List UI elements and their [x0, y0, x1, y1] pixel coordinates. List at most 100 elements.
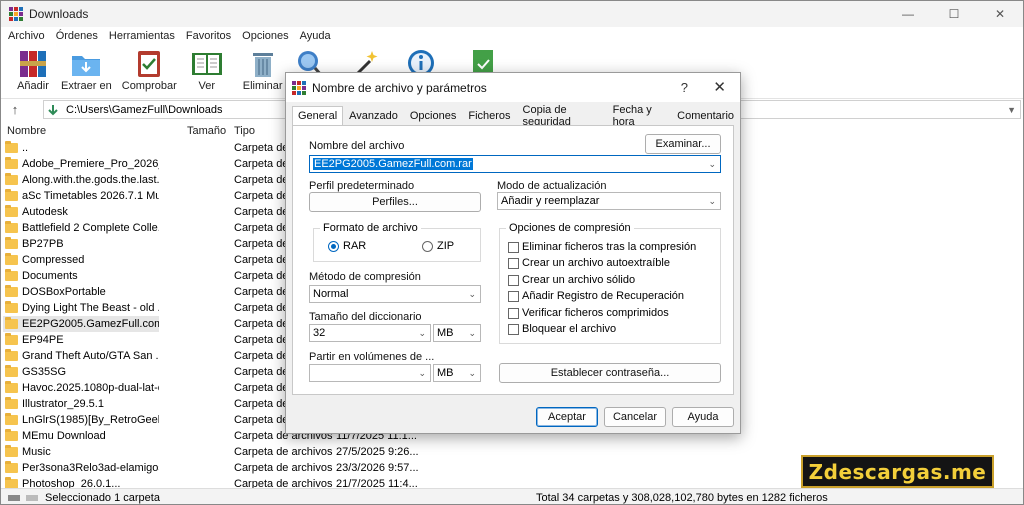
split-label: Partir en volúmenes de ...	[309, 351, 435, 363]
tab-comment[interactable]: Comentario	[671, 106, 740, 126]
file-name-cell: Autodesk	[3, 204, 159, 220]
menu-herramientas[interactable]: Herramientas	[105, 30, 179, 42]
drive-status-icon	[8, 494, 20, 501]
winrar-window: Downloads — ☐ ✕ Archivo Órdenes Herramie…	[0, 0, 1024, 505]
ok-button[interactable]: Aceptar	[536, 407, 598, 427]
tab-backup[interactable]: Copia de seguridad	[517, 104, 607, 128]
folder-icon	[5, 461, 18, 473]
dictionary-unit: MB	[437, 327, 454, 339]
option-verify[interactable]: Verificar ficheros comprimidos	[508, 307, 669, 319]
close-icon[interactable]: ✕	[977, 1, 1023, 27]
test-button[interactable]: Comprobar	[122, 47, 177, 97]
minimize-icon[interactable]: —	[885, 1, 931, 27]
dictionary-unit-select[interactable]: MB ⌄	[433, 324, 481, 342]
file-name: Autodesk	[22, 206, 68, 218]
chevron-down-icon[interactable]: ⌄	[418, 328, 426, 339]
chevron-down-icon[interactable]: ⌄	[468, 328, 476, 339]
chevron-down-icon[interactable]: ⌄	[708, 196, 716, 207]
dialog-title: Nombre de archivo y parámetros	[312, 80, 487, 95]
maximize-icon[interactable]: ☐	[931, 1, 977, 27]
dictionary-select[interactable]: 32 ⌄	[309, 324, 431, 342]
set-password-button[interactable]: Establecer contraseña...	[499, 363, 721, 383]
help-button[interactable]: Ayuda	[672, 407, 734, 427]
dialog-title-bar: Nombre de archivo y parámetros ? ✕	[286, 73, 740, 102]
view-button[interactable]: Ver	[191, 47, 223, 97]
profile-label: Perfil predeterminado	[309, 180, 415, 192]
archive-name-input[interactable]: EE2PG2005.GamezFull.com.rar ⌄	[309, 155, 721, 173]
update-mode-select[interactable]: Añadir y reemplazar ⌄	[497, 192, 721, 210]
browse-button[interactable]: Examinar...	[645, 134, 721, 154]
tab-general[interactable]: General	[292, 106, 344, 126]
option-lock[interactable]: Bloquear el archivo	[508, 323, 616, 335]
option-recovery-record[interactable]: Añadir Registro de Recuperación	[508, 290, 684, 302]
split-unit: MB	[437, 367, 454, 379]
radio-dot	[328, 240, 339, 252]
format-rar-radio[interactable]: RAR	[328, 240, 366, 252]
option-solid[interactable]: Crear un archivo sólido	[508, 274, 635, 286]
menu-opciones[interactable]: Opciones	[238, 30, 292, 42]
extract-folder-icon	[70, 47, 102, 79]
file-name-cell: MEmu Download	[3, 428, 159, 444]
column-size[interactable]: Tamaño	[187, 125, 226, 137]
file-name: Compressed	[22, 254, 85, 266]
folder-icon	[5, 301, 18, 313]
option-label: Eliminar ficheros tras la compresión	[522, 241, 697, 253]
menu-ayuda[interactable]: Ayuda	[296, 30, 335, 42]
drive-icon	[44, 104, 62, 116]
file-name: DOSBoxPortable	[22, 286, 106, 298]
extract-button[interactable]: Extraer en	[61, 47, 112, 97]
tab-advanced[interactable]: Avanzado	[343, 106, 404, 126]
tab-files[interactable]: Ficheros	[462, 106, 516, 126]
tab-time[interactable]: Fecha y hora	[607, 104, 672, 128]
file-name: GS35SG	[22, 366, 67, 378]
split-volume-input[interactable]: ⌄	[309, 364, 431, 382]
method-select[interactable]: Normal ⌄	[309, 285, 481, 303]
profiles-button[interactable]: Perfiles...	[309, 192, 481, 212]
file-name: Battlefield 2 Complete Colle...	[22, 222, 159, 234]
checkbox	[508, 307, 519, 319]
split-unit-select[interactable]: MB ⌄	[433, 364, 481, 382]
tab-options[interactable]: Opciones	[404, 106, 462, 126]
folder-icon	[5, 141, 18, 153]
option-sfx[interactable]: Crear un archivo autoextraíble	[508, 257, 670, 269]
file-name: EP94PE	[22, 334, 64, 346]
folder-icon	[5, 445, 18, 457]
book-icon	[191, 47, 223, 79]
file-name-cell: Music	[3, 444, 159, 460]
folder-icon	[5, 205, 18, 217]
delete-button[interactable]: Eliminar	[243, 47, 283, 97]
column-type[interactable]: Tipo	[234, 125, 255, 137]
dialog-app-icon	[292, 80, 306, 95]
file-name-cell: Per3sona3Relo3ad-elamigos	[3, 460, 159, 476]
file-name: Illustrator_29.5.1	[22, 398, 104, 410]
chevron-down-icon[interactable]: ⌄	[418, 368, 426, 379]
dialog-close-icon[interactable]: ✕	[713, 78, 726, 96]
trash-icon	[247, 47, 279, 79]
menu-favoritos[interactable]: Favoritos	[182, 30, 235, 42]
file-type: Carpeta de archivos	[234, 446, 333, 458]
menu-ordenes[interactable]: Órdenes	[52, 30, 102, 42]
up-arrow-icon[interactable]: ↑	[1, 102, 29, 117]
chevron-down-icon[interactable]: ▼	[1007, 105, 1016, 115]
file-modified: 27/5/2025 9:26...	[336, 446, 419, 458]
test-label: Comprobar	[121, 80, 177, 92]
folder-icon	[5, 157, 18, 169]
chevron-down-icon[interactable]: ⌄	[468, 368, 476, 379]
chevron-down-icon[interactable]: ⌄	[708, 159, 716, 170]
add-archive-icon	[17, 47, 49, 79]
add-button[interactable]: Añadir	[17, 47, 49, 97]
option-delete-after[interactable]: Eliminar ficheros tras la compresión	[508, 241, 696, 253]
file-name: Adobe_Premiere_Pro_2026_v...	[22, 158, 159, 170]
chevron-down-icon[interactable]: ⌄	[468, 289, 476, 300]
format-zip-radio[interactable]: ZIP	[422, 240, 454, 252]
menu-archivo[interactable]: Archivo	[4, 30, 49, 42]
column-name[interactable]: Nombre	[7, 125, 46, 137]
cancel-button[interactable]: Cancelar	[604, 407, 666, 427]
file-name-cell: EE2PG2005.GamezFull.com	[3, 316, 159, 332]
file-name-cell: Grand Theft Auto/GTA San ...	[3, 348, 159, 364]
file-name: ..	[22, 142, 29, 154]
help-icon[interactable]: ?	[681, 80, 688, 95]
file-name-cell: DOSBoxPortable	[3, 284, 159, 300]
option-label: Crear un archivo autoextraíble	[522, 257, 670, 269]
radio-dot	[422, 240, 433, 252]
